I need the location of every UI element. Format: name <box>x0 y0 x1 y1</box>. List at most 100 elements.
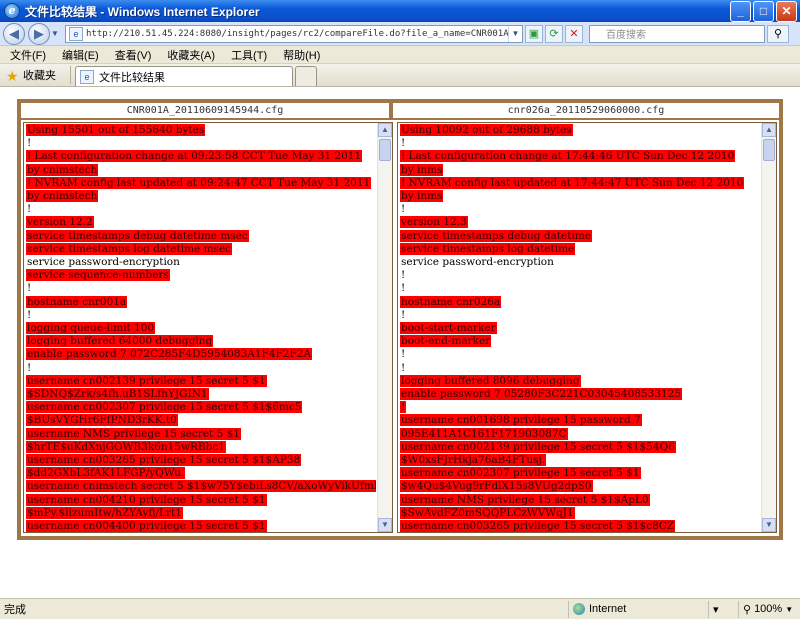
right-scrollbar[interactable]: ▲ ▼ <box>761 123 776 532</box>
config-line: ! <box>400 269 760 282</box>
menu-tools[interactable]: 工具(T) <box>231 47 267 63</box>
menu-edit[interactable]: 编辑(E) <box>62 47 99 63</box>
menu-file[interactable]: 文件(F) <box>10 47 46 63</box>
scroll-thumb[interactable] <box>379 139 391 161</box>
config-line-text: username cn001698 privilege 15 password … <box>400 414 642 427</box>
diff-line: by cnimstech <box>26 190 376 203</box>
config-line-text: ! <box>401 348 406 361</box>
favorites-button[interactable]: 收藏夹 <box>23 66 56 86</box>
config-line-text: ! <box>401 137 406 150</box>
left-scrollbar[interactable]: ▲ ▼ <box>377 123 392 532</box>
config-line-text: ! <box>27 308 32 321</box>
config-line: ! <box>26 203 376 216</box>
new-tab-button[interactable] <box>295 66 317 86</box>
forward-button[interactable]: ▶ <box>28 22 50 45</box>
left-file-header: CNR001A_20110609145944.cfg <box>21 103 389 118</box>
globe-icon <box>573 603 585 615</box>
config-line-text: ! <box>401 308 406 321</box>
diff-line: username cn003265 privilege 15 secret 5 … <box>26 454 376 467</box>
right-file-pane[interactable]: Using 10092 out of 29688 bytes!! Last co… <box>397 122 777 533</box>
stop-icon[interactable]: ✕ <box>565 24 583 43</box>
scroll-thumb[interactable] <box>763 139 775 161</box>
address-dropdown-icon[interactable]: ▼ <box>508 25 522 42</box>
zoom-control[interactable]: ⚲ 100% ▼ <box>738 600 800 618</box>
diff-line: by cnimstech <box>26 163 376 177</box>
config-line-text: $hrTE$uKdXnjGOWB3k6n15wRBbc1 <box>26 440 226 453</box>
diff-line: boot-start-marker <box>400 322 760 335</box>
scroll-down-icon[interactable]: ▼ <box>378 518 392 532</box>
diff-line: ! <box>400 401 760 414</box>
menu-favorites[interactable]: 收藏夹(A) <box>167 47 215 63</box>
menu-view[interactable]: 查看(V) <box>115 47 152 63</box>
diff-line: $hrTE$uKdXnjGOWB3k6n15wRBbc1 <box>26 440 376 454</box>
window-title: 文件比较结果 - Windows Internet Explorer <box>25 4 260 19</box>
favorites-star-icon[interactable]: ★ <box>6 66 20 86</box>
diff-line: $SwAvdFZ0mSQQPLCzWVWqJ1 <box>400 506 760 520</box>
diff-line: username cn002139 privilege 15 secret 5 … <box>400 440 760 454</box>
history-dropdown-icon[interactable]: ▼ <box>51 29 61 38</box>
config-line-text: Using 10092 out of 29688 bytes <box>400 124 573 136</box>
page-icon: e <box>80 69 94 84</box>
compatibility-view-icon[interactable]: ▣ <box>525 24 543 43</box>
config-line: service password-encryption <box>400 256 760 269</box>
zone-label: Internet <box>589 603 627 615</box>
tab-compare-result[interactable]: e 文件比较结果 <box>75 66 293 86</box>
config-line-text: ! Last configuration change at 17:44:46 … <box>400 150 736 163</box>
config-line-text: 095E411A1C161F171903087C <box>400 427 568 440</box>
config-line-text: by cnimstech <box>26 163 99 176</box>
scroll-down-icon[interactable]: ▼ <box>762 518 776 532</box>
config-line-text: Using 15501 out of 155640 bytes <box>26 124 206 136</box>
diff-line: by inms <box>400 163 760 177</box>
diff-line: boot-end-marker <box>400 335 760 348</box>
config-line: ! <box>400 362 760 375</box>
compare-body: Using 15501 out of 155640 bytes!! Last c… <box>21 120 779 536</box>
diff-line: username cn003265 privilege 15 secret 5 … <box>400 520 760 532</box>
diff-line: username cn002307 privilege 15 secret 5 … <box>400 467 760 480</box>
diff-line: enable password 7 072C285F4D5954083A1F4F… <box>26 348 376 361</box>
config-line-text: ! <box>401 361 406 374</box>
left-file-pane[interactable]: Using 15501 out of 155640 bytes!! Last c… <box>23 122 393 533</box>
diff-line: service timestamps log datetime msec <box>26 242 376 256</box>
config-line-text: username NMS privilege 15 secret 5 $1$Ap… <box>400 493 650 506</box>
diff-line: username cnimstech secret 5 $1$w75Y$ebiL… <box>26 480 376 493</box>
diff-line: hostname cnr026a <box>400 295 760 309</box>
close-window-button[interactable]: ✕ <box>776 0 797 22</box>
menu-help[interactable]: 帮助(H) <box>283 47 320 63</box>
search-input[interactable]: 百度搜索 <box>589 24 765 43</box>
diff-line: service timestamps log datetime <box>400 242 760 256</box>
diff-line: $W0xsFJrHkja76aB4FTusj. <box>400 454 760 467</box>
search-icon[interactable]: ⚲ <box>767 24 789 43</box>
config-line-text: $w4Qu$4Vug9rFdlX15s8VUg2dpS0 <box>400 480 593 493</box>
maximize-button[interactable]: □ <box>753 0 774 22</box>
diff-line: $dd2GXbL3fAK1LFGP/yQWu. <box>26 467 376 480</box>
diff-line: logging queue-limit 100 <box>26 322 376 335</box>
diff-line: version 12.2 <box>26 216 376 229</box>
config-line-text: username cn002307 privilege 15 secret 5 … <box>400 467 641 480</box>
diff-line: logging buffered 64000 debugging <box>26 335 376 348</box>
diff-line: username cn002307 privilege 15 secret 5 … <box>26 401 376 414</box>
zoom-icon: ⚲ <box>743 603 752 616</box>
page-icon: e <box>69 26 83 41</box>
refresh-icon[interactable]: ⟳ <box>545 24 563 43</box>
diff-line: ! Last configuration change at 17:44:46 … <box>400 150 760 163</box>
protected-mode-icon[interactable]: ▾ <box>708 600 738 618</box>
scroll-up-icon[interactable]: ▲ <box>378 123 392 137</box>
address-bar[interactable]: e http://210.51.45.224:8080/insight/page… <box>65 24 523 43</box>
config-line-text: service timestamps log datetime <box>400 242 576 255</box>
minimize-button[interactable]: _ <box>730 0 751 22</box>
diff-line: username cn004210 privilege 15 secret 5 … <box>26 493 376 507</box>
scroll-up-icon[interactable]: ▲ <box>762 123 776 137</box>
config-line-text: version 12.3 <box>400 216 468 229</box>
address-url[interactable]: http://210.51.45.224:8080/insight/pages/… <box>86 29 508 39</box>
config-line-text: username cn002139 privilege 15 secret 5 … <box>26 374 267 387</box>
back-button[interactable]: ◀ <box>3 22 25 45</box>
config-line-text: username NMS privilege 15 secret 5 $1 <box>26 427 241 440</box>
diff-line: logging buffered 8096 debugging <box>400 374 760 388</box>
diff-line: Using 15501 out of 155640 bytes <box>26 124 376 137</box>
config-line-text: $mPy.$lizumItw/hZYAyfj/Lrt1 <box>26 506 183 519</box>
config-line-text: by inms <box>400 163 444 176</box>
config-line-text: $SDNQ$Zrk/s4fh.uB1SLfhYJGIN1 <box>26 388 209 401</box>
diff-line: username cn001698 privilege 15 password … <box>400 414 760 427</box>
config-line-text: service password-encryption <box>27 256 180 269</box>
page-content: CNR001A_20110609145944.cfg cnr026a_20110… <box>0 88 800 598</box>
